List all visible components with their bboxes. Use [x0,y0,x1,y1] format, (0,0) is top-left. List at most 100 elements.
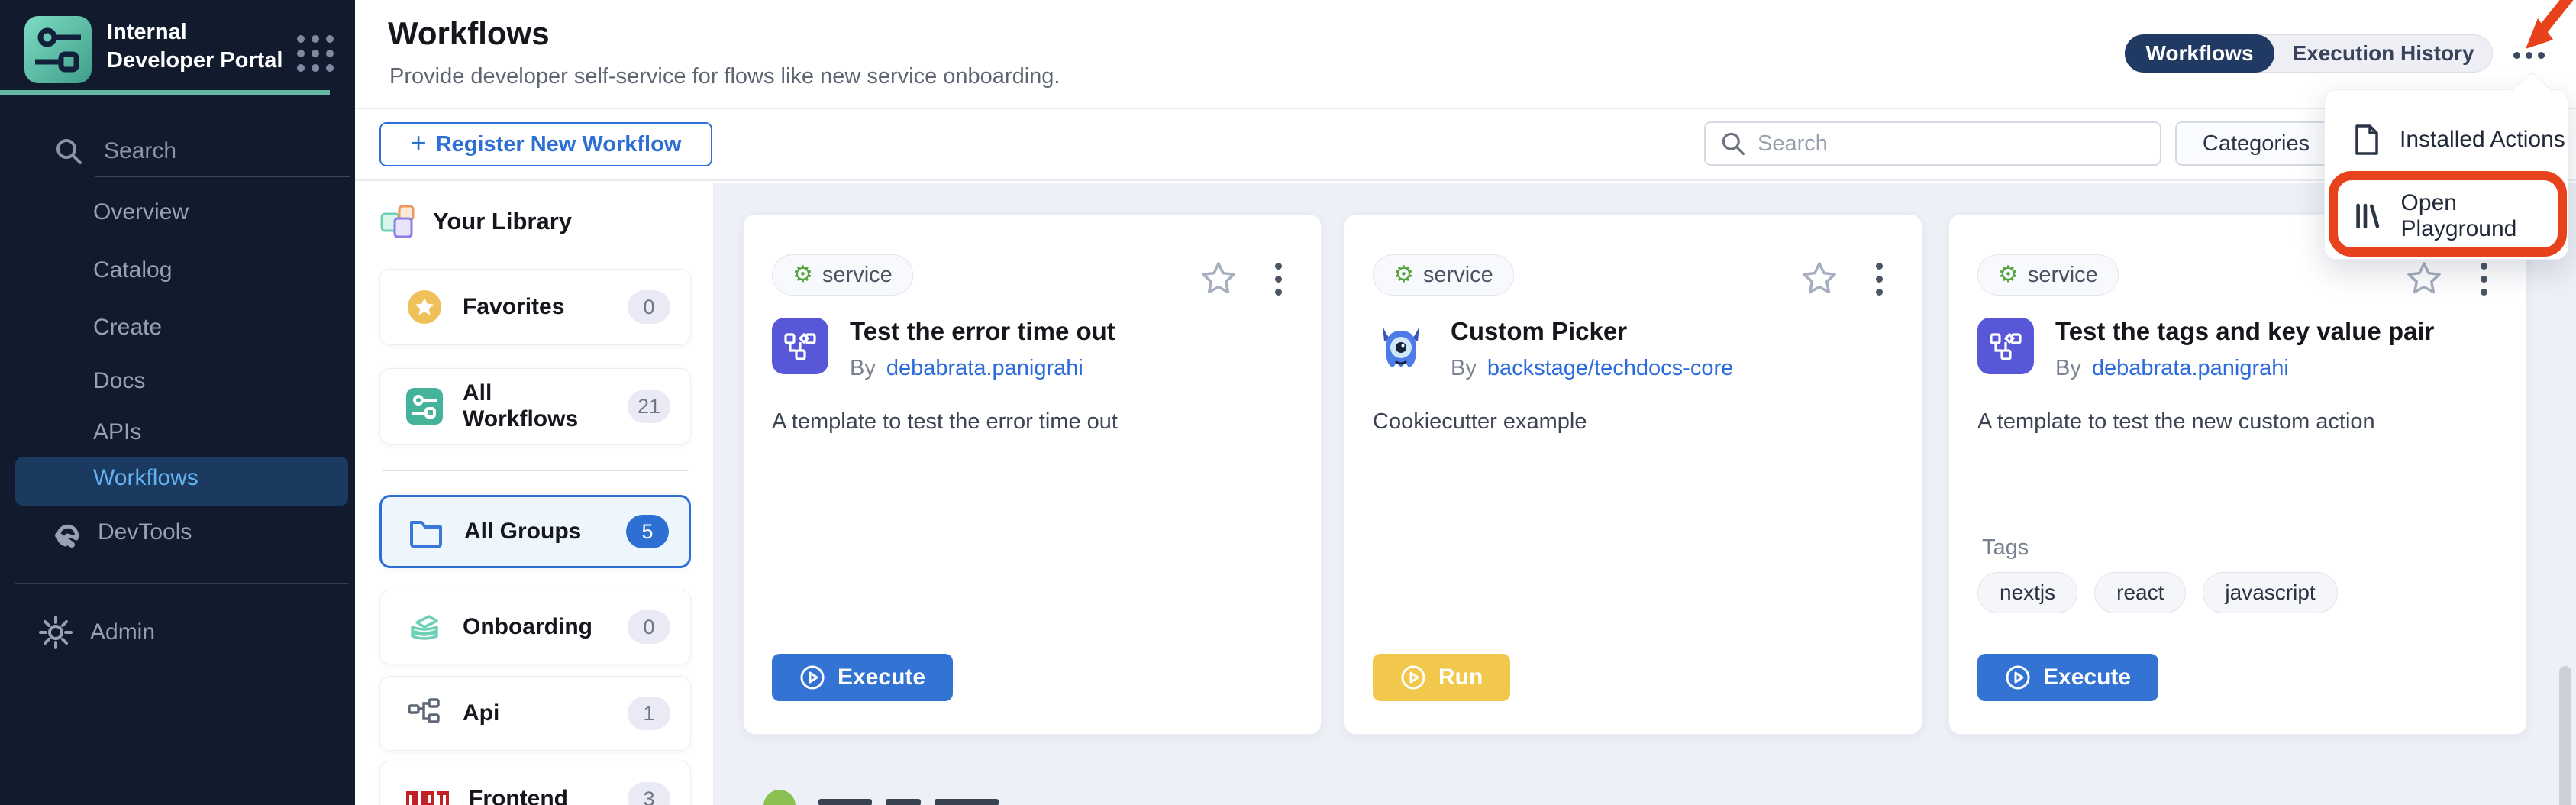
library-item-label: All Workflows [463,380,608,432]
author-link[interactable]: backstage/techdocs-core [1487,356,1733,380]
execute-button[interactable]: Execute [1977,654,2158,701]
vertical-scrollbar[interactable] [2559,666,2571,805]
author-link[interactable]: debabrata.panigrahi [2092,356,2289,380]
tag-pill[interactable]: nextjs [1977,572,2077,613]
flowchart-icon [1977,318,2034,374]
view-toggle: Workflows Execution History [2125,34,2493,73]
gear-icon [38,615,73,650]
card-menu-button[interactable] [1871,259,1887,299]
count-badge: 5 [626,515,669,548]
library-item-favorites[interactable]: Favorites 0 [379,269,691,345]
card-menu-button[interactable] [1270,259,1286,299]
section-icon [763,790,796,805]
card-menu-button[interactable] [2476,259,2491,299]
run-button[interactable]: Run [1373,654,1510,701]
tab-workflows[interactable]: Workflows [2125,34,2274,73]
library-item-label: Favorites [463,294,608,320]
sidebar-item-overview[interactable]: Overview [93,196,189,228]
favorite-star-icon[interactable] [1199,259,1238,299]
workflow-card: ⚙ service Test the tags and [1948,214,2527,735]
workflows-icon [406,388,443,425]
service-chip: ⚙ service [1373,254,1514,296]
favorite-star-icon[interactable] [1800,259,1839,299]
npm-icon [406,790,449,805]
service-chip-label: service [2028,263,2098,288]
run-label: Run [1438,664,1483,690]
library-item-label: Onboarding [463,614,608,640]
count-badge: 0 [628,610,670,644]
register-new-workflow-label: Register New Workflow [436,132,682,157]
library-item-onboarding[interactable]: Onboarding 0 [379,590,691,664]
card-byline: Bybackstage/techdocs-core [1451,356,1733,381]
document-icon [2354,124,2380,155]
categories-label: Categories [2203,131,2310,157]
sidebar-item-admin-label: Admin [90,619,155,645]
favorites-star-icon [406,289,443,325]
portal-title: Internal Developer Portal [107,18,298,75]
menu-item-label: Installed Actions [2400,127,2565,153]
card-identity: Custom Picker Bybackstage/techdocs-core [1373,318,1733,381]
gear-icon: ⚙ [1998,263,2019,286]
workflow-card: ⚙ service Test the error tim [743,214,1322,735]
play-icon [2005,664,2031,690]
app-window: Internal Developer Portal Search Overvie… [0,0,2576,805]
card-description: A template to test the new custom action [1977,409,2503,435]
card-title: Test the tags and key value pair [2055,318,2434,345]
more-options-button[interactable] [2513,47,2553,63]
favorite-star-icon[interactable] [2404,259,2444,299]
portal-logo-icon[interactable] [24,16,92,83]
tab-execution-history[interactable]: Execution History [2274,35,2492,72]
sidebar-item-admin[interactable]: Admin [38,615,155,650]
sidebar-item-apis[interactable]: APIs [93,416,141,448]
wrench-icon [47,516,81,549]
search-icon [1719,130,1747,157]
tag-pill[interactable]: javascript [2203,572,2337,613]
count-badge: 3 [628,782,670,805]
menu-item-open-playground[interactable]: Open Playground [2325,183,2568,249]
card-byline: Bydebabrata.panigrahi [2055,356,2434,381]
count-badge: 1 [628,697,670,730]
sidebar-item-catalog[interactable]: Catalog [93,254,172,286]
workflow-card: ⚙ service Custom Picker [1344,214,1922,735]
section-title-partial [818,799,999,805]
register-new-workflow-button[interactable]: + Register New Workflow [379,122,712,166]
count-badge: 21 [628,390,670,423]
sidebar-search-underline [95,176,350,177]
more-options-menu: Installed Actions Open Playground [2324,89,2568,260]
execute-label: Execute [2043,664,2131,690]
sidebar-item-devtools[interactable]: DevTools [47,516,192,549]
menu-item-installed-actions[interactable]: Installed Actions [2325,107,2568,173]
library-item-label: Api [463,700,608,726]
workflow-search [1704,121,2161,166]
card-identity: Test the tags and key value pair Bydebab… [1977,318,2434,381]
card-identity: Test the error time out Bydebabrata.pani… [772,318,1115,381]
sidebar-divider [15,583,348,584]
categories-filter-button[interactable]: Categories [2175,121,2337,166]
folder-icon [408,513,444,550]
workflow-search-input[interactable] [1758,131,2146,157]
flowchart-icon [772,318,828,374]
gear-icon: ⚙ [1393,263,1414,286]
library-item-all-workflows[interactable]: All Workflows 21 [379,368,691,445]
library-divider [382,470,689,471]
author-link[interactable]: debabrata.panigrahi [886,356,1083,380]
cubes-icon [379,202,419,241]
sidebar-item-devtools-label: DevTools [98,519,192,545]
library-item-all-groups[interactable]: All Groups 5 [379,495,691,568]
sidebar-item-docs[interactable]: Docs [93,365,145,397]
next-section-partial [763,790,999,805]
app-grid-icon[interactable] [292,31,335,73]
tag-pill[interactable]: react [2094,572,2186,613]
sidebar-item-create[interactable]: Create [93,312,162,344]
sidebar-item-workflows[interactable]: Workflows [15,457,348,506]
sidebar: Internal Developer Portal Search Overvie… [0,0,355,805]
card-description: Cookiecutter example [1373,409,1899,435]
library-item-api[interactable]: Api 1 [379,676,691,751]
sidebar-search[interactable]: Search [53,131,328,171]
execute-button[interactable]: Execute [772,654,953,701]
library-header: Your Library [379,202,572,241]
play-icon [799,664,825,690]
plus-icon: + [411,127,427,159]
search-icon [53,136,84,166]
library-item-frontend[interactable]: Frontend 3 [379,761,691,805]
